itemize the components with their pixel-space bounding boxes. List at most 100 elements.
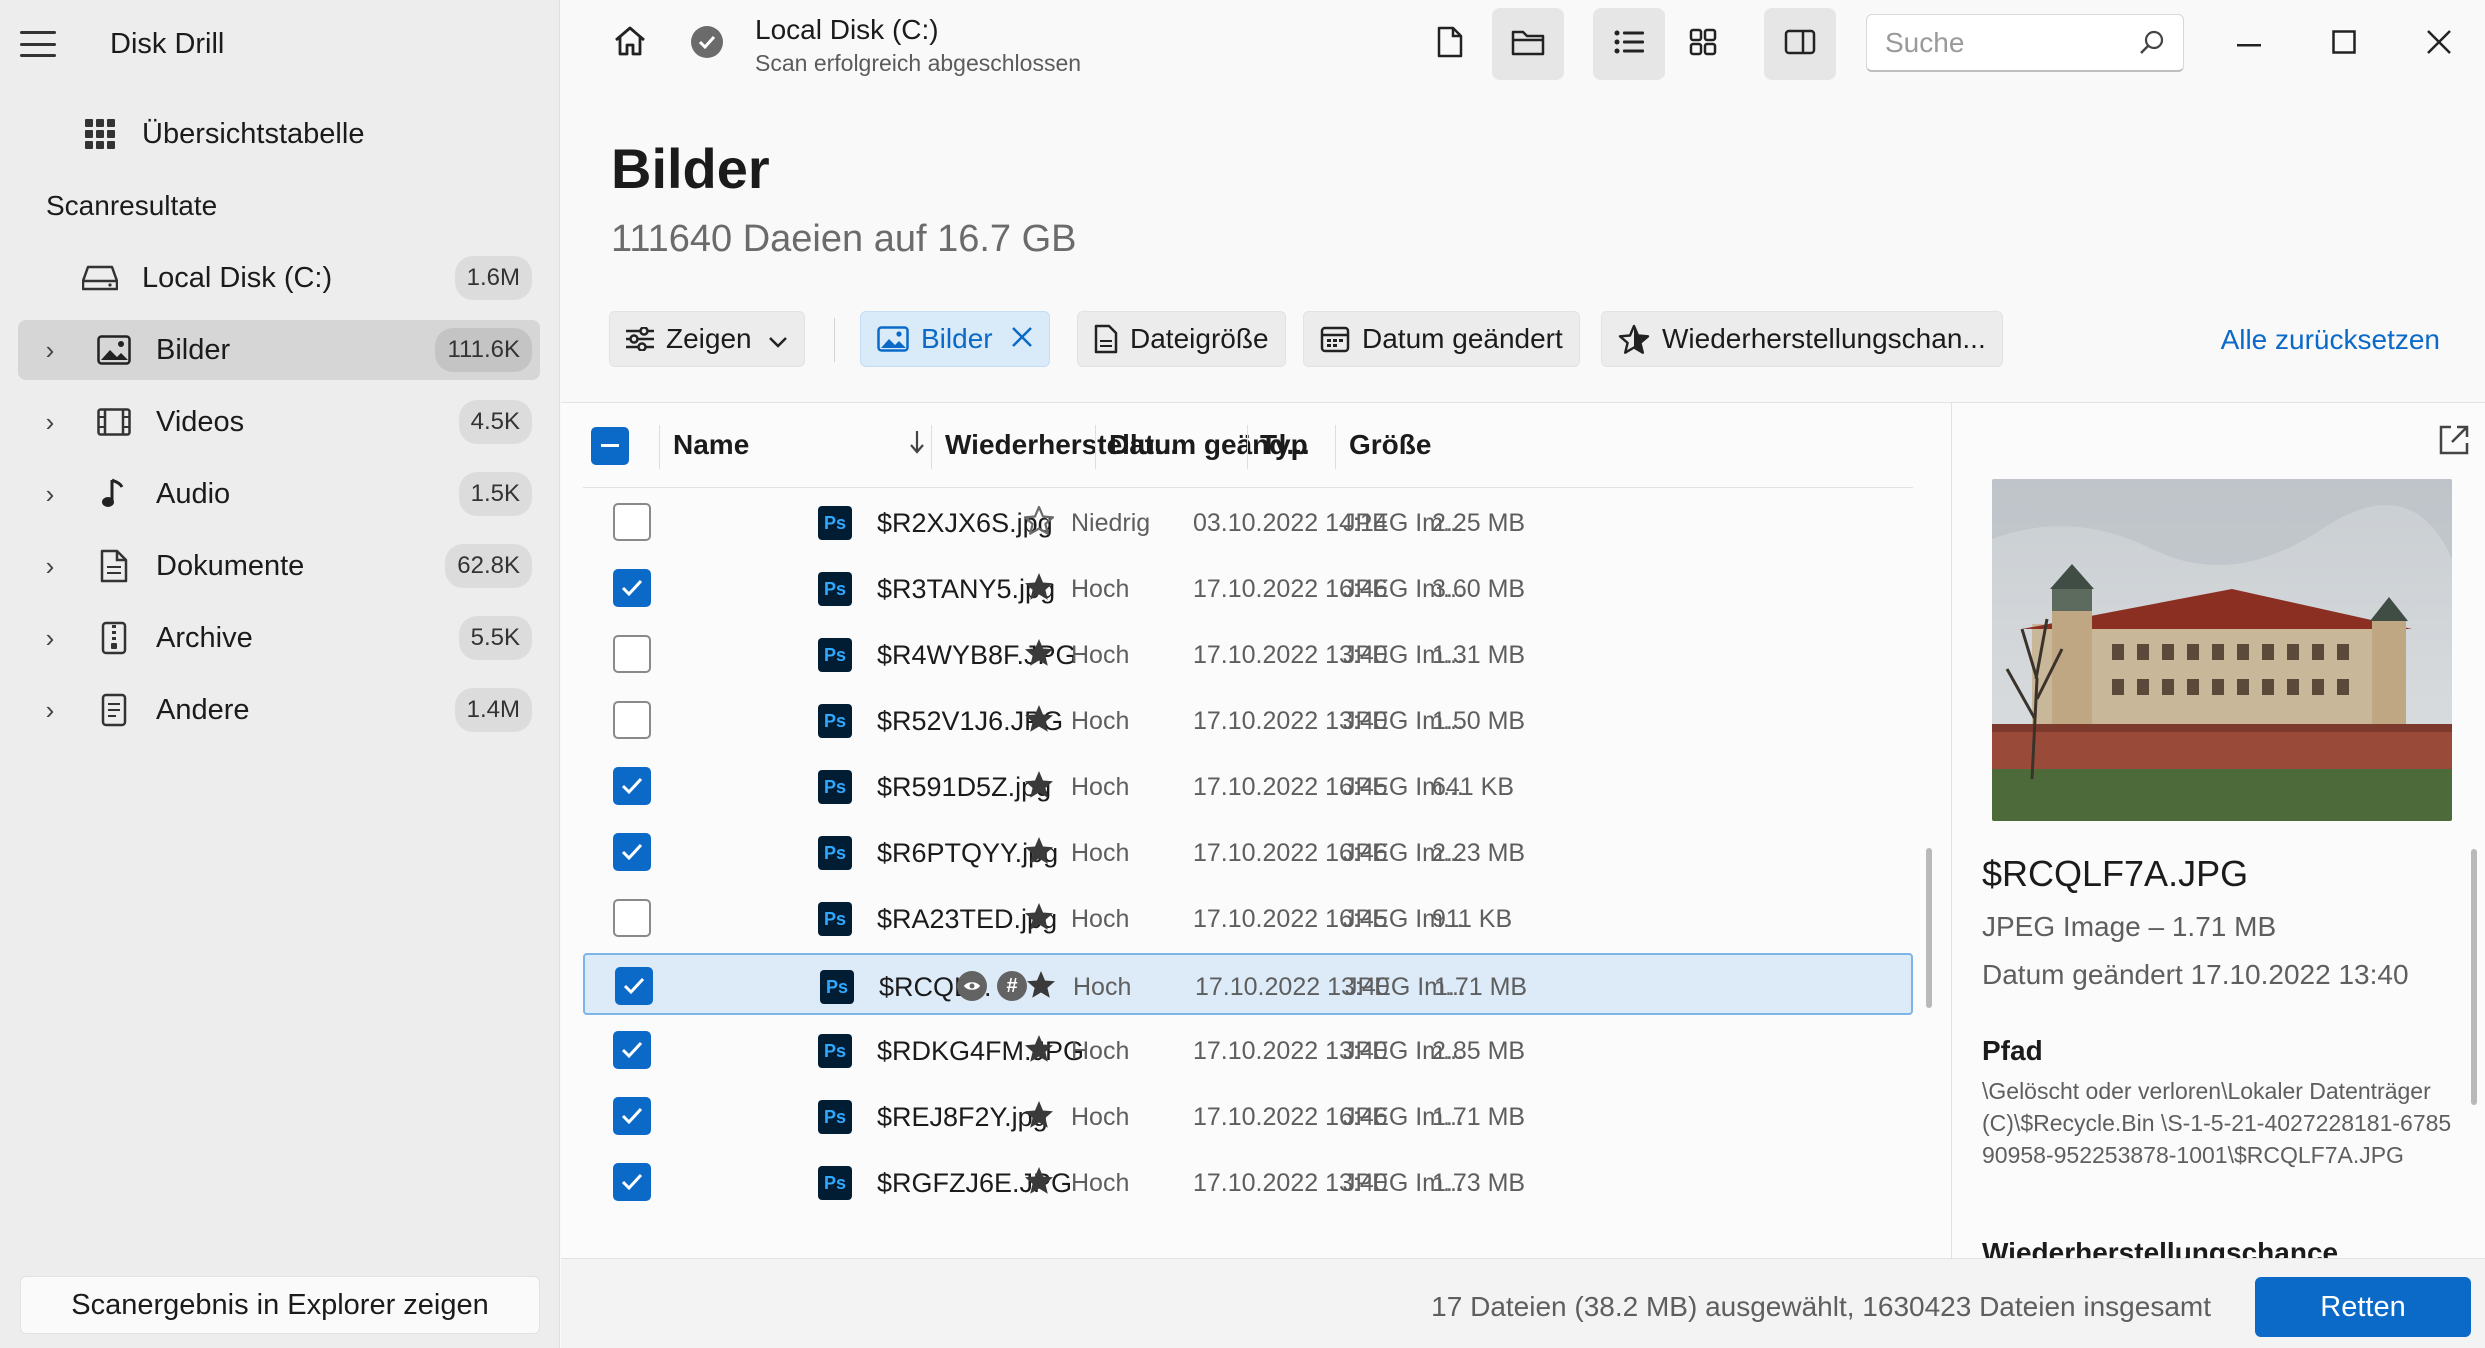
star-filled-icon: [1023, 1099, 1055, 1136]
page-title: Bilder: [611, 137, 770, 200]
grid-view-icon: [1689, 28, 1717, 61]
folder-icon: [1511, 28, 1545, 61]
preview-thumbnail-image: [1992, 479, 2452, 821]
table-row[interactable]: Ps $RDKG4FM.JPG Hoch 17.10.2022 13:40 JPEG I…: [583, 1019, 1913, 1081]
photoshop-file-icon: Ps: [818, 770, 852, 804]
recovery-chance-filter[interactable]: Wiederherstellungschan...: [1601, 311, 2003, 367]
table-row[interactable]: Ps $R52V1J6.JPG Hoch 17.10.2022 13:40 JPEG I…: [583, 689, 1913, 751]
file-size: 1.31 MB: [1432, 641, 1526, 669]
search-input[interactable]: [1885, 26, 2125, 59]
maximize-button[interactable]: [2314, 14, 2374, 74]
home-icon[interactable]: [613, 24, 647, 63]
show-in-explorer-button[interactable]: Scanergebnis in Explorer zeigen: [20, 1276, 540, 1334]
sidebar-item-dokumente[interactable]: › Dokumente 62.8K: [18, 536, 540, 596]
row-checkbox[interactable]: [613, 635, 651, 673]
sidebar-item-label: Übersichtstabelle: [142, 117, 365, 150]
row-checkbox[interactable]: [613, 767, 651, 805]
file-size: 3.60 MB: [1432, 575, 1526, 603]
search-icon[interactable]: [2139, 29, 2165, 60]
sort-arrow-down-icon[interactable]: [909, 429, 925, 462]
chevron-down-icon: [768, 323, 788, 355]
file-table: Name Wiederherstellu... Datum geänd... T…: [561, 403, 1951, 1258]
show-filter-label: Zeigen: [666, 323, 752, 354]
preview-scrollbar[interactable]: [2471, 849, 2477, 1105]
select-all-checkbox[interactable]: [591, 427, 629, 465]
folder-view-button[interactable]: [1492, 8, 1564, 80]
table-row[interactable]: Ps $RA23TED.jpg Hoch 17.10.2022 16:45 JPEG I…: [583, 887, 1913, 949]
column-header-size[interactable]: Größe: [1349, 429, 1431, 461]
preview-panel: $RCQLF7A.JPG JPEG Image – 1.71 MB Datum …: [1951, 403, 2485, 1258]
chevron-right-icon[interactable]: ›: [32, 407, 68, 438]
file-view-button[interactable]: [1414, 8, 1486, 80]
filter-divider: [834, 318, 835, 362]
minimize-icon: [2237, 35, 2261, 53]
recover-button[interactable]: Retten: [2255, 1277, 2471, 1337]
grid-view-button[interactable]: [1667, 8, 1739, 80]
file-size-filter[interactable]: Dateigröße: [1077, 311, 1286, 367]
chevron-right-icon[interactable]: ›: [32, 695, 68, 726]
table-row[interactable]: Ps $R591D5Z.jpg Hoch 17.10.2022 16:45 JPEG I…: [583, 755, 1913, 817]
table-row[interactable]: Ps $R4WYB8F.JPG Hoch 17.10.2022 13:40 JPEG I…: [583, 623, 1913, 685]
count-badge: 4.5K: [458, 400, 532, 444]
row-checkbox[interactable]: [613, 833, 651, 871]
row-checkbox[interactable]: [615, 967, 653, 1005]
sidebar-item-audio[interactable]: › Audio 1.5K: [18, 464, 540, 524]
row-checkbox[interactable]: [613, 503, 651, 541]
column-header-type[interactable]: Typ: [1260, 429, 1308, 461]
row-checkbox[interactable]: [613, 569, 651, 607]
file-size: 641 KB: [1432, 773, 1515, 801]
date-modified-filter[interactable]: Datum geändert: [1303, 311, 1580, 367]
grid-icon: [80, 114, 120, 154]
chevron-right-icon[interactable]: ›: [32, 551, 68, 582]
sidebar-item-label: Videos: [156, 405, 245, 438]
hex-view-icon[interactable]: #: [997, 971, 1027, 1001]
list-view-button[interactable]: [1593, 8, 1665, 80]
table-row[interactable]: Ps $R3TANY5.jpg Hoch 17.10.2022 16:46 JPEG I…: [583, 557, 1913, 619]
search-box[interactable]: [1866, 14, 2184, 72]
open-external-icon[interactable]: [2437, 423, 2471, 462]
sidebar-item-overview[interactable]: Übersichtstabelle: [18, 104, 540, 164]
column-header-name[interactable]: Name: [673, 429, 749, 461]
eye-preview-icon[interactable]: [957, 971, 987, 1001]
sidebar-item-label: Andere: [156, 693, 250, 726]
sidebar-item-andere[interactable]: › Andere 1.4M: [18, 680, 540, 740]
file-icon: [1437, 26, 1463, 63]
photoshop-file-icon: Ps: [820, 970, 854, 1004]
count-badge: 5.5K: [458, 616, 532, 660]
side-panel-icon: [1784, 29, 1816, 60]
remove-filter-close-icon[interactable]: [1011, 323, 1033, 355]
sidebar-item-videos[interactable]: › Videos 4.5K: [18, 392, 540, 452]
hamburger-menu-icon[interactable]: [20, 31, 56, 57]
row-checkbox[interactable]: [613, 899, 651, 937]
recovery-chance: Hoch: [1071, 1103, 1130, 1131]
row-checkbox[interactable]: [613, 1031, 651, 1069]
sidebar-item-local-disk[interactable]: Local Disk (C:) 1.6M: [18, 248, 540, 308]
table-row[interactable]: Ps $RCQL... # Hoch 17.10.2022 13:40 JPEG Im..…: [583, 953, 1913, 1015]
sliders-icon: [626, 327, 654, 351]
minimize-button[interactable]: [2219, 14, 2279, 74]
close-button[interactable]: [2409, 14, 2469, 74]
chevron-right-icon[interactable]: ›: [32, 623, 68, 654]
preview-panel-toggle-button[interactable]: [1764, 8, 1836, 80]
table-row[interactable]: Ps $R6PTQYY.jpg Hoch 17.10.2022 16:46 JPEG I…: [583, 821, 1913, 883]
table-scrollbar[interactable]: [1926, 848, 1932, 1008]
row-checkbox[interactable]: [613, 701, 651, 739]
bottom-bar: 17 Dateien (38.2 MB) ausgewählt, 1630423…: [561, 1258, 2485, 1348]
row-checkbox[interactable]: [613, 1163, 651, 1201]
document-icon: [1094, 324, 1118, 354]
chevron-right-icon[interactable]: ›: [32, 335, 68, 366]
star-filled-icon: [1023, 1165, 1055, 1202]
active-filter-chip-bilder[interactable]: Bilder: [860, 311, 1050, 367]
show-filter-dropdown[interactable]: Zeigen: [609, 311, 805, 367]
reset-all-filters-link[interactable]: Alle zurücksetzen: [2221, 324, 2440, 356]
star-filled-icon: [1023, 835, 1055, 872]
sidebar-item-bilder[interactable]: › Bilder 111.6K: [18, 320, 540, 380]
star-outline-icon: [1023, 505, 1055, 542]
row-checkbox[interactable]: [613, 1097, 651, 1135]
table-row[interactable]: Ps $RGFZJ6E.JPG Hoch 17.10.2022 13:40 JPEG I…: [583, 1151, 1913, 1213]
chevron-right-icon[interactable]: ›: [32, 479, 68, 510]
table-row[interactable]: Ps $REJ8F2Y.jpg Hoch 17.10.2022 16:46 JPEG I…: [583, 1085, 1913, 1147]
file-size: 1.71 MB: [1434, 973, 1528, 1001]
table-row[interactable]: Ps $R2XJX6S.jpg Niedrig 03.10.2022 14:14 JPE…: [583, 491, 1913, 553]
sidebar-item-archive[interactable]: › Archive 5.5K: [18, 608, 540, 668]
